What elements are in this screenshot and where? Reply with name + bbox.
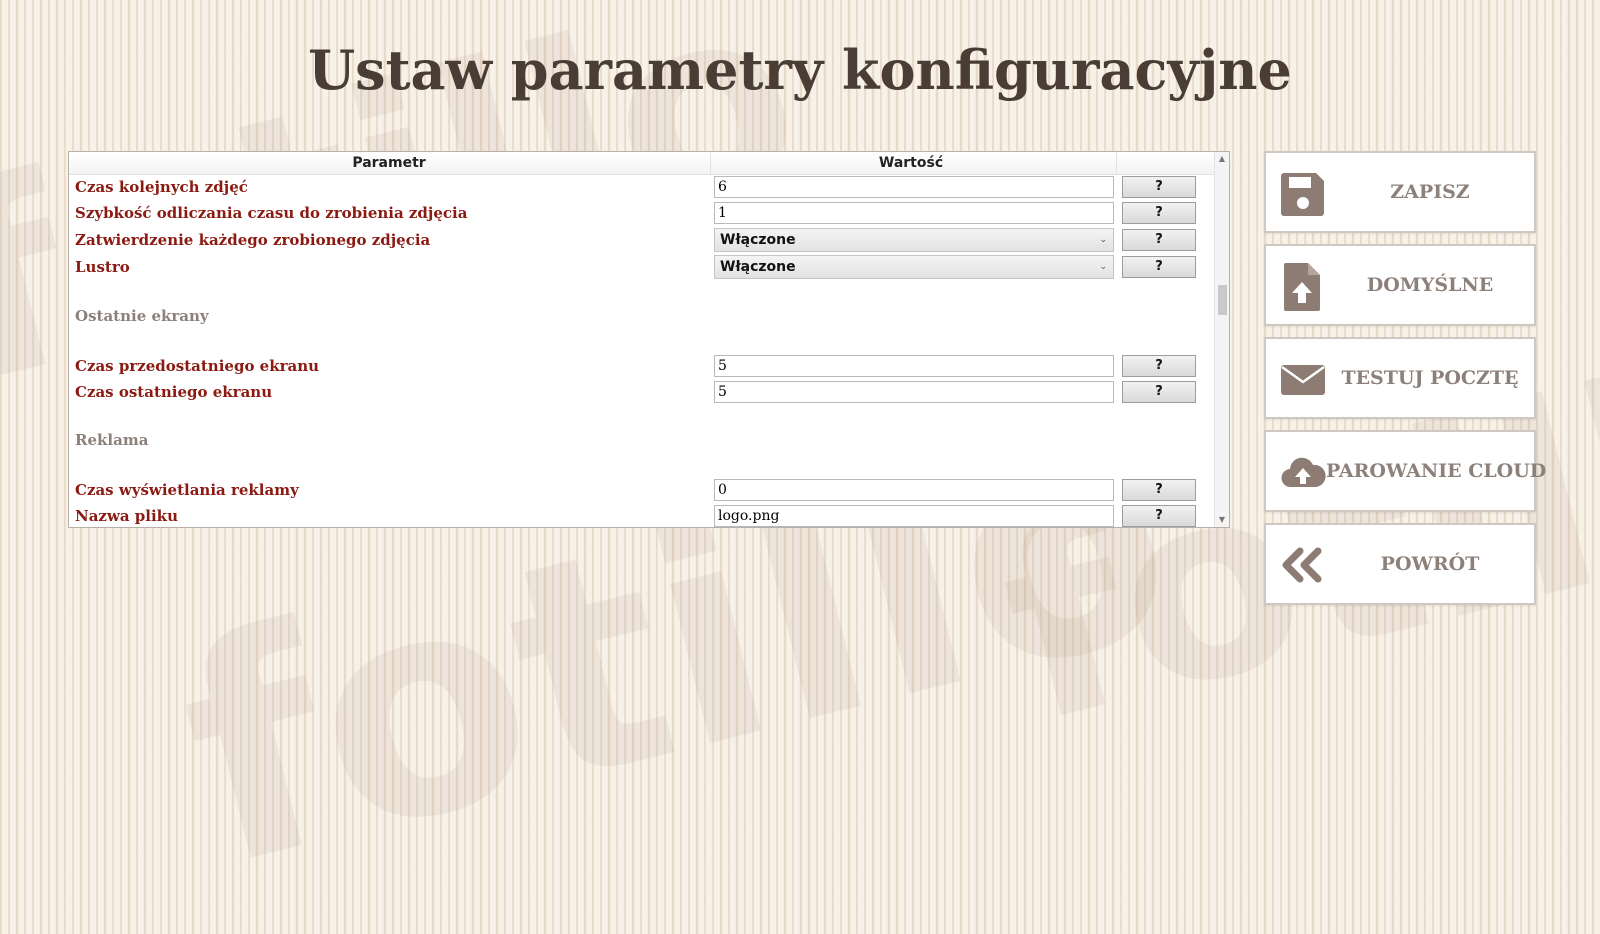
- defaults-button[interactable]: DOMYŚLNE: [1264, 244, 1536, 326]
- table-row: Zatwierdzenie każdego zrobionego zdjęcia…: [69, 227, 1214, 253]
- help-button[interactable]: ?: [1122, 355, 1196, 377]
- param-value-select[interactable]: Włączone ⌄: [714, 228, 1114, 252]
- section-heading: Ostatnie ekrany: [75, 307, 209, 325]
- cloud-pairing-button-label: PAROWANIE CLOUD: [1326, 460, 1547, 482]
- param-label: Czas kolejnych zdjęć: [75, 178, 248, 196]
- section-heading: Reklama: [75, 431, 149, 449]
- help-button[interactable]: ?: [1122, 479, 1196, 501]
- column-header-value: Wartość: [710, 152, 1111, 174]
- save-button-label: ZAPISZ: [1390, 181, 1470, 203]
- select-value: Włączone: [720, 259, 796, 275]
- table-row: Czas wyświetlania reklamy 0 ?: [69, 477, 1214, 503]
- param-value-input[interactable]: 6: [714, 176, 1114, 198]
- param-label: Czas przedostatniego ekranu: [75, 357, 320, 375]
- column-header-help: [1116, 152, 1215, 174]
- chevron-down-icon: ⌄: [1099, 235, 1107, 245]
- table-row: Czas przedostatniego ekranu 5 ?: [69, 353, 1214, 379]
- help-button[interactable]: ?: [1122, 202, 1196, 224]
- vertical-scrollbar[interactable]: ▲ ▼: [1214, 152, 1229, 527]
- param-value-input[interactable]: 5: [714, 355, 1114, 377]
- back-button[interactable]: POWRÓT: [1264, 523, 1536, 605]
- defaults-button-label: DOMYŚLNE: [1366, 274, 1494, 296]
- table-row: Lustro Włączone ⌄ ?: [69, 254, 1214, 280]
- param-label: Lustro: [75, 258, 130, 276]
- table-row: Nazwa pliku logo.png ?: [69, 503, 1214, 527]
- save-button[interactable]: ZAPISZ: [1264, 151, 1536, 233]
- double-chevron-left-icon: [1280, 539, 1326, 591]
- table-header: Parametr Wartość: [69, 152, 1214, 175]
- param-label: Nazwa pliku: [75, 507, 178, 525]
- param-label: Zatwierdzenie każdego zrobionego zdjęcia: [75, 231, 431, 249]
- help-button[interactable]: ?: [1122, 229, 1196, 251]
- cloud-pairing-button[interactable]: PAROWANIE CLOUD: [1264, 430, 1547, 512]
- floppy-disk-icon: [1280, 167, 1326, 219]
- table-row: Czas ostatniego ekranu 5 ?: [69, 379, 1214, 405]
- config-table: Parametr Wartość Czas kolejnych zdjęć 6 …: [68, 151, 1230, 528]
- param-value-select[interactable]: Włączone ⌄: [714, 255, 1114, 279]
- param-label: Szybkość odliczania czasu do zrobienia z…: [75, 204, 468, 222]
- back-button-label: POWRÓT: [1380, 553, 1480, 575]
- scrollbar-thumb[interactable]: [1218, 285, 1227, 315]
- chevron-down-icon: ⌄: [1099, 262, 1107, 272]
- param-value-input[interactable]: 0: [714, 479, 1114, 501]
- select-value: Włączone: [720, 232, 796, 248]
- envelope-icon: [1280, 353, 1326, 405]
- page-title: Ustaw parametry konfiguracyjne: [308, 38, 1292, 102]
- help-button[interactable]: ?: [1122, 381, 1196, 403]
- scroll-down-arrow-icon[interactable]: ▼: [1215, 513, 1229, 527]
- table-row: Szybkość odliczania czasu do zrobienia z…: [69, 200, 1214, 226]
- cloud-upload-icon: [1280, 446, 1326, 498]
- param-label: Czas wyświetlania reklamy: [75, 481, 299, 499]
- scroll-up-arrow-icon[interactable]: ▲: [1215, 152, 1229, 166]
- table-row: Czas kolejnych zdjęć 6 ?: [69, 174, 1214, 200]
- param-value-input[interactable]: 5: [714, 381, 1114, 403]
- param-value-input[interactable]: 1: [714, 202, 1114, 224]
- file-upload-icon: [1280, 260, 1326, 312]
- column-header-param: Parametr: [352, 155, 426, 171]
- test-mail-button[interactable]: TESTUJ POCZTĘ: [1264, 337, 1536, 419]
- param-value-input[interactable]: logo.png: [714, 505, 1114, 527]
- help-button[interactable]: ?: [1122, 176, 1196, 198]
- help-button[interactable]: ?: [1122, 505, 1196, 527]
- help-button[interactable]: ?: [1122, 256, 1196, 278]
- test-mail-button-label: TESTUJ POCZTĘ: [1341, 367, 1519, 389]
- param-label: Czas ostatniego ekranu: [75, 383, 273, 401]
